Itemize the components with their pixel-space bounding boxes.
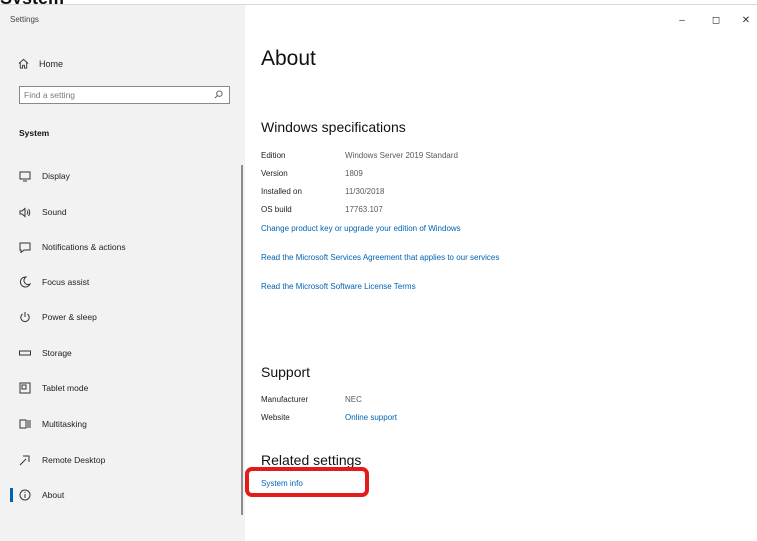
related-settings-heading: Related settings (261, 452, 362, 468)
home-icon (18, 58, 29, 71)
support-key: Manufacturer (261, 395, 309, 404)
sidebar-item-label: Notifications & actions (42, 242, 126, 252)
sidebar-item-label: Display (42, 171, 70, 181)
sidebar-item-label: Power & sleep (42, 312, 97, 322)
sidebar-item-power-sleep[interactable]: Power & sleep (0, 307, 245, 327)
windows-specs-heading: Windows specifications (261, 119, 406, 135)
maximize-button[interactable]: ◻ (705, 13, 727, 27)
remote-desktop-icon (18, 453, 32, 467)
about-icon (18, 488, 32, 502)
sidebar-item-home[interactable]: Home (18, 57, 63, 71)
sidebar-item-label: Tablet mode (42, 383, 89, 393)
sidebar-item-multitasking[interactable]: Multitasking (0, 414, 245, 434)
settings-window: Settings Home System Display Sound (0, 4, 757, 541)
spec-key: Installed on (261, 187, 302, 196)
sidebar-item-label: Remote Desktop (42, 455, 106, 465)
sidebar-item-tablet-mode[interactable]: Tablet mode (0, 378, 245, 398)
services-agreement-link[interactable]: Read the Microsoft Services Agreement th… (261, 253, 499, 262)
sidebar-item-about[interactable]: About (0, 485, 245, 505)
search-input[interactable] (24, 90, 194, 100)
focus-assist-icon (18, 275, 32, 289)
spec-key: Edition (261, 151, 286, 160)
search-box[interactable] (19, 86, 230, 104)
power-icon (18, 310, 32, 324)
sidebar-item-sound[interactable]: Sound (0, 202, 245, 222)
close-icon: ✕ (741, 14, 751, 26)
minimize-icon: – (679, 14, 685, 26)
spec-key: Version (261, 169, 288, 178)
minimize-button[interactable]: – (671, 13, 693, 27)
sidebar-item-label: About (42, 490, 65, 500)
sidebar-item-label: Focus assist (42, 277, 90, 287)
app-title: Settings (10, 15, 39, 24)
sidebar-item-label: Sound (42, 207, 67, 217)
selection-indicator (10, 488, 13, 502)
multitasking-icon (18, 417, 32, 431)
spec-value: Windows Server 2019 Standard (345, 151, 458, 160)
spec-key: OS build (261, 205, 292, 214)
sidebar-item-label: Storage (42, 348, 72, 358)
spec-value: 17763.107 (345, 205, 383, 214)
sidebar-item-remote-desktop[interactable]: Remote Desktop (0, 450, 245, 470)
sidebar-scrollbar[interactable] (241, 165, 243, 515)
spec-row-installed-on: Installed on 11/30/2018 (261, 187, 384, 199)
support-row-website: Website Online support (261, 413, 397, 425)
home-label: Home (39, 59, 64, 69)
spec-value: 11/30/2018 (345, 187, 385, 196)
section-label-system: System (19, 128, 50, 138)
online-support-link[interactable]: Online support (345, 413, 397, 425)
storage-icon (18, 346, 32, 360)
sidebar-item-label: Multitasking (42, 419, 87, 429)
sound-icon (18, 205, 32, 219)
display-icon (18, 169, 32, 183)
restore-icon: ◻ (711, 14, 721, 26)
spec-row-os-build: OS build 17763.107 (261, 205, 383, 217)
support-heading: Support (261, 364, 311, 380)
support-key: Website (261, 413, 290, 422)
change-product-key-link[interactable]: Change product key or upgrade your editi… (261, 224, 461, 233)
close-button[interactable]: ✕ (735, 13, 757, 27)
tablet-mode-icon (18, 381, 32, 395)
spec-row-version: Version 1809 (261, 169, 363, 181)
license-terms-link[interactable]: Read the Microsoft Software License Term… (261, 282, 416, 291)
spec-value: 1809 (345, 169, 363, 178)
sidebar: Settings Home System Display Sound (0, 5, 245, 541)
main-content: – ◻ ✕ About Windows specifications Editi… (245, 5, 757, 541)
support-value: NEC (345, 395, 362, 404)
spec-row-edition: Edition Windows Server 2019 Standard (261, 151, 458, 163)
support-row-manufacturer: Manufacturer NEC (261, 395, 362, 407)
search-icon (214, 86, 223, 104)
sidebar-item-focus-assist[interactable]: Focus assist (0, 272, 245, 292)
sidebar-item-storage[interactable]: Storage (0, 343, 245, 363)
page-title: About (261, 47, 316, 70)
sidebar-item-display[interactable]: Display (0, 166, 245, 186)
sidebar-item-notifications[interactable]: Notifications & actions (0, 237, 245, 257)
highlight-annotation-box (245, 467, 369, 497)
notifications-icon (18, 240, 32, 254)
